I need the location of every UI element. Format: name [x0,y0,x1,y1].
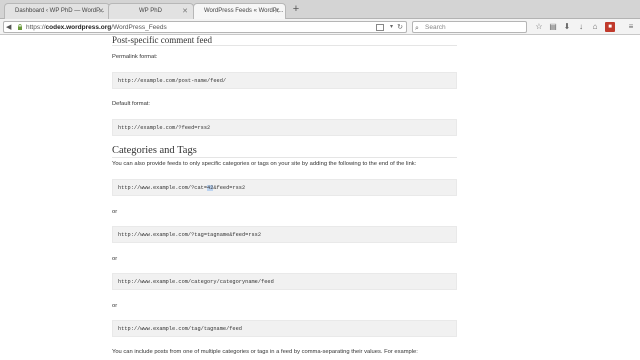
reload-icon[interactable]: ↻ [397,22,403,33]
code-block-category-path: http://www.example.com/category/category… [112,273,457,290]
divider [112,45,457,46]
download-icon[interactable]: ⬇ [562,22,572,32]
star-icon[interactable]: ☆ [534,22,544,32]
divider [112,157,457,158]
search-input[interactable]: ⌕ Search [412,21,527,33]
tab-wp-phd[interactable]: WP PhD ✕ [108,3,194,19]
code-block-permalink: http://example.com/post-name/feed/ [112,72,457,89]
code-block-default: http://example.com/?feed=rss2 [112,119,457,136]
menu-icon[interactable]: ≡ [626,22,636,32]
code-block-cat: http://www.example.com/?cat=42&feed=rss2 [112,179,457,196]
tab-dashboard[interactable]: Dashboard ‹ WP PhD — WordP... ✕ [4,3,110,19]
chevron-down-icon[interactable]: ▾ [390,22,393,33]
or-text: or [112,303,118,309]
code-block-tag: http://www.example.com/?tag=tagname&feed… [112,226,457,243]
multi-intro: You can include posts from one of multip… [112,349,418,355]
back-icon[interactable]: ◀ [6,22,11,33]
code-block-tag-path: http://www.example.com/tag/tagname/feed [112,320,457,337]
tab-label: WordPress Feeds « WordPr... [204,8,284,14]
or-text: or [112,209,118,215]
default-label: Default format: [112,101,151,107]
close-icon[interactable]: ✕ [98,4,104,19]
tab-strip: Dashboard ‹ WP PhD — WordP... ✕ WP PhD ✕… [0,0,640,20]
tab-label: Dashboard ‹ WP PhD — WordP... [15,8,105,14]
url-text: https://codex.wordpress.org/WordPress_Fe… [26,24,167,31]
page-content: Post-specific comment feed Permalink for… [112,35,457,360]
search-icon: ⌕ [415,25,419,32]
close-icon[interactable]: ✕ [182,4,188,19]
download-arrow-icon[interactable]: ↓ [576,22,586,32]
tab-wordpress-feeds[interactable]: WordPress Feeds « WordPr... ✕ [193,3,286,20]
reader-icon[interactable] [376,24,384,31]
extension-icon[interactable]: ■ [605,22,615,32]
search-placeholder: Search [425,24,446,31]
lock-icon [18,24,22,30]
clipboard-icon[interactable]: ▤ [548,22,558,32]
nav-bar: ◀ https://codex.wordpress.org/WordPress_… [0,19,640,35]
url-bar[interactable]: ◀ https://codex.wordpress.org/WordPress_… [3,21,407,33]
permalink-label: Permalink format: [112,54,158,60]
categories-intro: You can also provide feeds to only speci… [112,161,417,167]
or-text: or [112,256,118,262]
home-icon[interactable]: ⌂ [590,22,600,32]
close-icon[interactable]: ✕ [274,4,280,19]
post-comment-heading: Post-specific comment feed [112,35,212,45]
new-tab-button[interactable]: + [290,3,302,17]
tab-label: WP PhD [139,8,162,14]
categories-heading: Categories and Tags [112,145,197,156]
scrollbar[interactable] [636,35,640,360]
